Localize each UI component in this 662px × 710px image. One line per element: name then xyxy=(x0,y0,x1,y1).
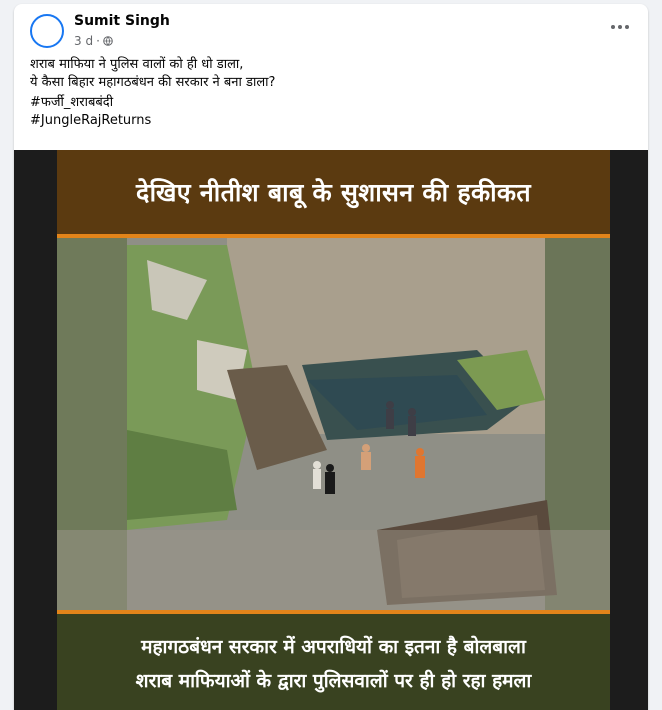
video-player[interactable]: देखिए नीतीश बाबू के सुशासन की हकीकत महाग… xyxy=(14,150,648,710)
post-text: शराब माफिया ने पुलिस वालों को ही धो डाला… xyxy=(30,56,632,130)
meta-separator: · xyxy=(96,34,100,48)
video-caption-line: शराब माफियाओं के द्वारा पुलिसवालों पर ही… xyxy=(135,670,532,692)
post-meta: 3 d · xyxy=(74,34,113,48)
hashtag-link[interactable]: #फर्जी_शराबबंदी xyxy=(30,94,632,112)
more-options-icon[interactable] xyxy=(608,18,632,36)
avatar[interactable] xyxy=(30,14,64,48)
video-top-caption: देखिए नीतीश बाबू के सुशासन की हकीकत xyxy=(57,150,610,238)
post-time[interactable]: 3 d xyxy=(74,34,93,48)
video-frame[interactable]: देखिए नीतीश बाबू के सुशासन की हकीकत महाग… xyxy=(57,150,610,710)
hashtag-link[interactable]: #JungleRajReturns xyxy=(30,112,632,130)
video-bottom-caption: महागठबंधन सरकार में अपराधियों का इतना है… xyxy=(57,610,610,710)
video-caption-line: महागठबंधन सरकार में अपराधियों का इतना है… xyxy=(141,636,526,658)
globe-icon[interactable] xyxy=(103,36,113,46)
post-line: ये कैसा बिहार महागठबंधन की सरकार ने बना … xyxy=(30,75,276,90)
author-name[interactable]: Sumit Singh xyxy=(74,13,170,29)
post-line: शराब माफिया ने पुलिस वालों को ही धो डाला… xyxy=(30,57,244,72)
post-card: Sumit Singh 3 d · शराब माफिया ने पुलिस व… xyxy=(14,4,648,710)
